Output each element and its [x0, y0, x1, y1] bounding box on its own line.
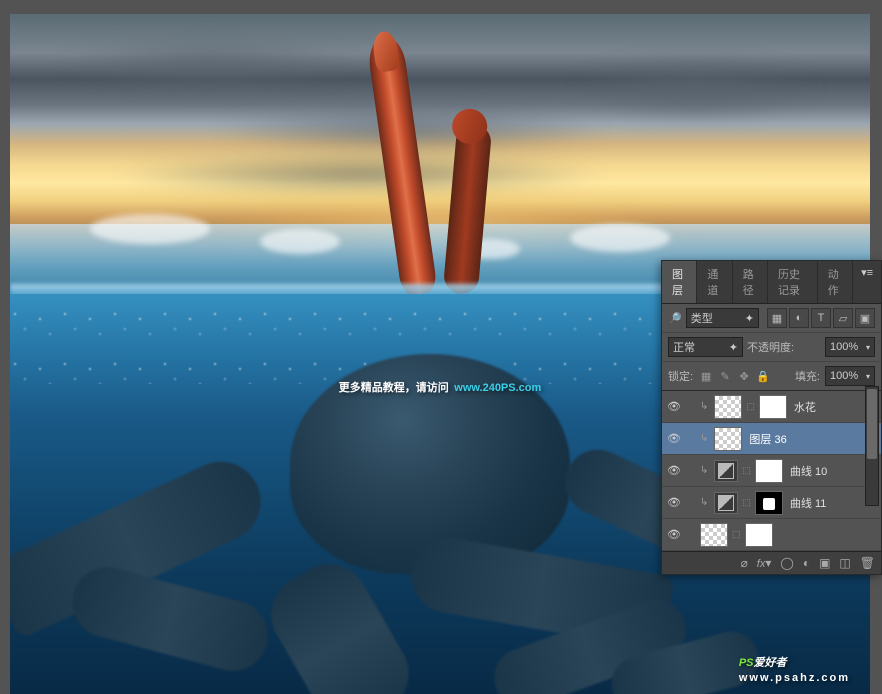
- layer-row[interactable]: 👁 ↳ 图层 36: [662, 423, 881, 455]
- panel-tabs: 图层 通道 路径 历史记录 动作 ▾≡: [662, 261, 881, 304]
- layer-mask-thumbnail: [759, 395, 787, 419]
- clip-indicator-icon: ↳: [700, 465, 708, 476]
- fill-input[interactable]: 100%▾: [825, 366, 875, 386]
- mask-link-icon[interactable]: ⬚: [742, 497, 751, 508]
- add-mask-icon[interactable]: ◯: [780, 556, 793, 570]
- layer-name-label[interactable]: 图层 36: [749, 431, 786, 447]
- lock-label: 锁定:: [668, 368, 693, 384]
- layer-row[interactable]: 👁 ↳ ⬚ 曲线 10: [662, 455, 881, 487]
- panel-menu-icon[interactable]: ▾≡: [853, 261, 881, 303]
- mask-link-icon[interactable]: ⬚: [742, 465, 751, 476]
- blend-mode-dropdown[interactable]: 正常✦: [668, 337, 743, 357]
- layer-thumbnail: [714, 395, 742, 419]
- new-layer-icon[interactable]: ◫: [839, 556, 850, 570]
- link-layers-icon[interactable]: ⌀: [741, 556, 748, 570]
- filter-smart-icon[interactable]: ▣: [855, 308, 875, 328]
- lock-transparency-icon[interactable]: ▦: [698, 368, 714, 384]
- visibility-toggle-icon[interactable]: 👁: [666, 495, 682, 511]
- search-icon: 🔎: [668, 312, 682, 325]
- visibility-toggle-icon[interactable]: 👁: [666, 431, 682, 447]
- layer-mask-thumbnail: [755, 491, 783, 515]
- layer-mask-thumbnail: [745, 523, 773, 547]
- filter-pixel-icon[interactable]: ▦: [767, 308, 787, 328]
- layer-mask-thumbnail: [755, 459, 783, 483]
- add-adjustment-icon[interactable]: ◐: [803, 556, 810, 570]
- layer-row[interactable]: 👁⬚: [662, 519, 881, 551]
- tab-paths[interactable]: 路径: [733, 261, 768, 303]
- lock-position-icon[interactable]: ✥: [736, 368, 752, 384]
- tab-actions[interactable]: 动作: [818, 261, 853, 303]
- layer-name-label[interactable]: 曲线 11: [790, 495, 826, 511]
- filter-type-icon[interactable]: T: [811, 308, 831, 328]
- watermark-logo: PS爱好者 www.psahz.com: [739, 646, 850, 684]
- fx-icon[interactable]: fx▾: [757, 556, 772, 570]
- mask-link-icon[interactable]: ⬚: [732, 529, 741, 540]
- layer-filter-row: 🔎 类型✦ ▦ ◐ T ▱ ▣: [662, 304, 881, 333]
- watermark-text: 更多精品教程，请访问 www.240PS.com: [339, 374, 542, 397]
- layer-row[interactable]: 👁 ↳ ⬚ 曲线 11: [662, 487, 881, 519]
- clip-indicator-icon: ↳: [700, 433, 708, 444]
- mask-link-icon[interactable]: ⬚: [746, 401, 755, 412]
- layer-thumbnail: [714, 427, 742, 451]
- filter-adjust-icon[interactable]: ◐: [789, 308, 809, 328]
- lock-all-icon[interactable]: 🔒: [755, 368, 771, 384]
- opacity-label: 不透明度:: [747, 339, 794, 355]
- layer-row[interactable]: 👁 ↳ ⬚ 水花: [662, 391, 881, 423]
- adjustment-layer-icon: [714, 492, 738, 514]
- lock-fill-row: 锁定: ▦ ✎ ✥ 🔒 填充: 100%▾: [662, 362, 881, 391]
- tab-layers[interactable]: 图层: [662, 261, 697, 303]
- clip-indicator-icon: ↳: [700, 497, 708, 508]
- tab-channels[interactable]: 通道: [697, 261, 732, 303]
- adjustment-layer-icon: [714, 460, 738, 482]
- layer-name-label[interactable]: 曲线 10: [790, 463, 827, 479]
- layers-panel: 图层 通道 路径 历史记录 动作 ▾≡ 🔎 类型✦ ▦ ◐ T ▱ ▣ 正常✦ …: [661, 260, 882, 575]
- opacity-input[interactable]: 100%▾: [825, 337, 875, 357]
- filter-shape-icon[interactable]: ▱: [833, 308, 853, 328]
- delete-layer-icon[interactable]: 🗑: [860, 556, 875, 570]
- lock-pixels-icon[interactable]: ✎: [717, 368, 733, 384]
- visibility-toggle-icon[interactable]: 👁: [666, 463, 682, 479]
- visibility-toggle-icon[interactable]: 👁: [666, 399, 682, 415]
- new-group-icon[interactable]: ▣: [819, 556, 830, 570]
- layers-scrollbar[interactable]: [865, 386, 879, 506]
- clip-indicator-icon: ↳: [700, 401, 708, 412]
- filter-type-dropdown[interactable]: 类型✦: [686, 308, 759, 328]
- layers-panel-footer: ⌀ fx▾ ◯ ◐ ▣ ◫ 🗑: [662, 551, 881, 574]
- blend-opacity-row: 正常✦ 不透明度: 100%▾: [662, 333, 881, 362]
- layers-list: 👁↳⬚水花👁↳图层 36👁↳⬚曲线 10👁↳⬚曲线 11👁⬚: [662, 391, 881, 551]
- fill-label: 填充:: [795, 368, 820, 384]
- tab-history[interactable]: 历史记录: [768, 261, 818, 303]
- layer-thumbnail: [700, 523, 728, 547]
- layer-name-label[interactable]: 水花: [794, 399, 816, 415]
- visibility-toggle-icon[interactable]: 👁: [666, 527, 682, 543]
